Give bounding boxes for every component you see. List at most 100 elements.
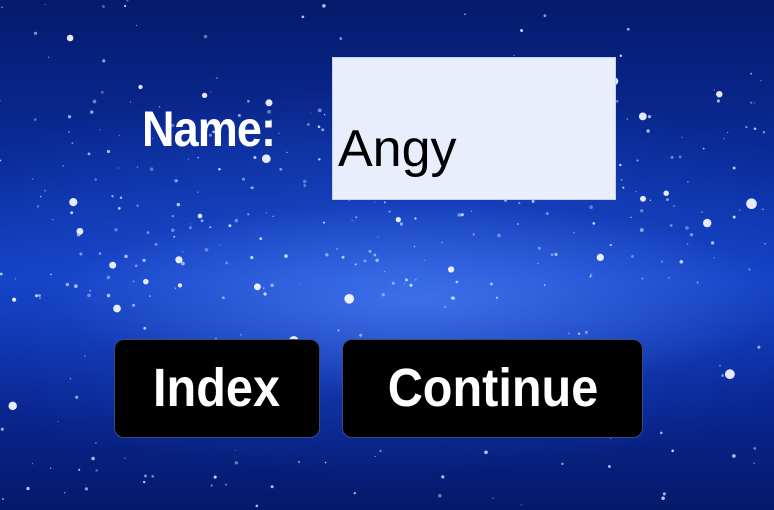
star (762, 131, 766, 134)
star (250, 256, 254, 260)
star (662, 492, 666, 496)
star (750, 72, 752, 75)
star (2, 498, 4, 500)
star (1, 6, 3, 8)
star (762, 208, 764, 211)
star (619, 163, 622, 167)
star (381, 293, 385, 297)
star (383, 270, 386, 273)
star (123, 4, 127, 8)
star (65, 282, 70, 287)
star (317, 125, 321, 129)
star (209, 226, 212, 229)
star (148, 295, 152, 298)
star (151, 475, 154, 478)
star (189, 226, 192, 230)
star (79, 252, 83, 256)
star (724, 369, 735, 380)
star (660, 260, 664, 263)
star (253, 283, 261, 291)
star (95, 469, 98, 472)
star (409, 283, 413, 287)
star (146, 231, 150, 234)
star (234, 461, 239, 465)
star (176, 202, 180, 207)
index-button[interactable]: Index (114, 339, 320, 438)
star (8, 401, 17, 411)
star (69, 197, 78, 207)
star (154, 243, 158, 246)
star (213, 475, 217, 479)
star (135, 24, 138, 27)
star (33, 31, 38, 35)
star (78, 468, 81, 471)
star (310, 112, 312, 114)
star (117, 207, 121, 210)
star (74, 284, 78, 288)
star (753, 127, 757, 130)
star (464, 13, 466, 16)
star (626, 118, 629, 120)
star (307, 123, 310, 126)
star (368, 249, 372, 253)
star (87, 293, 91, 298)
star (543, 284, 546, 286)
star (589, 275, 592, 278)
star (622, 186, 625, 189)
continue-button[interactable]: Continue (342, 339, 643, 438)
star (118, 135, 120, 137)
star (173, 235, 176, 238)
star (550, 253, 554, 257)
star (259, 237, 263, 240)
star (753, 447, 757, 450)
star (279, 167, 283, 171)
star (649, 199, 652, 201)
star (143, 278, 149, 285)
star (377, 236, 379, 238)
star (126, 0, 129, 2)
star (351, 220, 353, 222)
star (619, 54, 623, 57)
star (608, 465, 611, 468)
star (404, 278, 409, 282)
star (748, 268, 751, 271)
star (353, 492, 356, 495)
star (640, 209, 644, 213)
star (12, 297, 17, 302)
star (284, 254, 288, 258)
star (67, 115, 72, 119)
star (701, 211, 703, 214)
star (495, 296, 498, 299)
star (92, 99, 97, 104)
star (760, 79, 762, 82)
star (561, 462, 564, 466)
star (457, 213, 461, 217)
star (723, 138, 725, 140)
star (0, 159, 2, 162)
star (90, 110, 94, 114)
star (132, 303, 136, 307)
star (210, 91, 212, 93)
star (554, 252, 558, 257)
star (106, 293, 111, 298)
name-input[interactable] (332, 57, 616, 200)
star (577, 332, 581, 335)
index-button-label: Index (153, 358, 281, 418)
star (225, 261, 229, 265)
star (713, 257, 715, 259)
star (702, 147, 705, 150)
star (448, 266, 455, 273)
star (38, 294, 41, 297)
star (63, 491, 66, 494)
star (272, 215, 274, 217)
star (143, 326, 147, 330)
name-label: Name: (142, 101, 276, 157)
star (225, 483, 228, 486)
star (119, 196, 123, 199)
star (610, 437, 612, 440)
star (470, 210, 473, 212)
star (75, 395, 79, 399)
star (111, 195, 114, 198)
star (177, 283, 183, 288)
star (403, 283, 406, 285)
